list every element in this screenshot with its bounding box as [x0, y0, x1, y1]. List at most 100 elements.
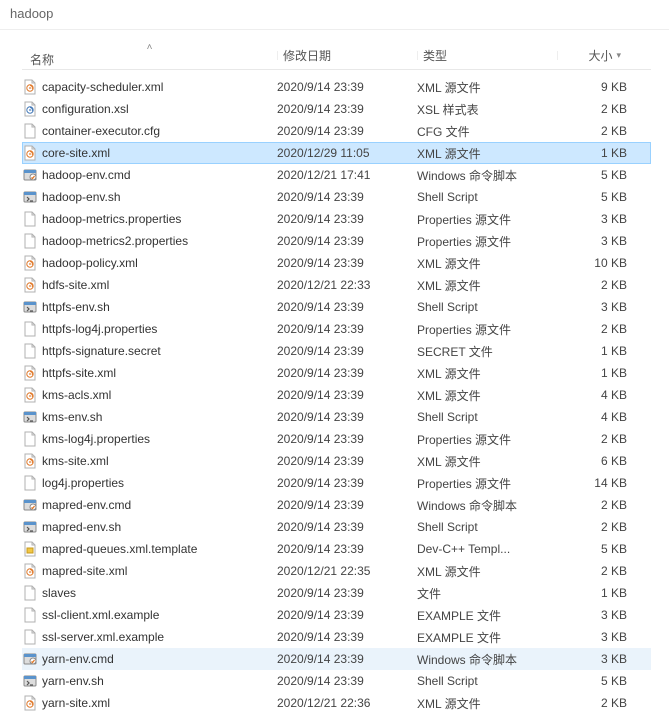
- file-row[interactable]: yarn-site.xml2020/12/21 22:36XML 源文件2 KB: [22, 692, 651, 713]
- file-rows: capacity-scheduler.xml2020/9/14 23:39XML…: [22, 70, 651, 713]
- file-icon: [22, 585, 38, 601]
- file-row[interactable]: mapred-queues.xml.template2020/9/14 23:3…: [22, 538, 651, 560]
- file-row[interactable]: configuration.xsl2020/9/14 23:39XSL 样式表2…: [22, 98, 651, 120]
- file-row[interactable]: ssl-server.xml.example2020/9/14 23:39EXA…: [22, 626, 651, 648]
- file-date: 2020/9/14 23:39: [277, 124, 417, 138]
- file-type: Properties 源文件: [417, 321, 557, 338]
- file-name-cell: log4j.properties: [22, 475, 277, 491]
- file-date: 2020/9/14 23:39: [277, 322, 417, 336]
- xml-file-icon: [22, 365, 38, 381]
- file-name: configuration.xsl: [42, 102, 129, 116]
- file-size: 1 KB: [557, 146, 627, 160]
- file-name: yarn-env.sh: [42, 674, 104, 688]
- file-name-cell: httpfs-env.sh: [22, 299, 277, 315]
- column-header-date[interactable]: 修改日期: [277, 47, 417, 64]
- column-header-type-label: 类型: [423, 49, 447, 63]
- file-date: 2020/9/14 23:39: [277, 102, 417, 116]
- file-icon: [22, 343, 38, 359]
- file-date: 2020/9/14 23:39: [277, 608, 417, 622]
- file-type: Dev-C++ Templ...: [417, 542, 557, 556]
- file-type: SECRET 文件: [417, 343, 557, 360]
- xsl-file-icon: [22, 101, 38, 117]
- file-row[interactable]: mapred-env.cmd2020/9/14 23:39Windows 命令脚…: [22, 494, 651, 516]
- file-row[interactable]: hadoop-env.cmd2020/12/21 17:41Windows 命令…: [22, 164, 651, 186]
- file-type: Properties 源文件: [417, 233, 557, 250]
- file-date: 2020/9/14 23:39: [277, 212, 417, 226]
- file-row[interactable]: hadoop-metrics2.properties2020/9/14 23:3…: [22, 230, 651, 252]
- file-type: XML 源文件: [417, 563, 557, 580]
- file-name-cell: kms-log4j.properties: [22, 431, 277, 447]
- file-size: 2 KB: [557, 696, 627, 710]
- file-date: 2020/9/14 23:39: [277, 256, 417, 270]
- file-size: 3 KB: [557, 234, 627, 248]
- file-icon: [22, 431, 38, 447]
- file-date: 2020/12/21 22:36: [277, 696, 417, 710]
- file-size: 3 KB: [557, 608, 627, 622]
- sh-file-icon: [22, 673, 38, 689]
- file-row[interactable]: mapred-env.sh2020/9/14 23:39Shell Script…: [22, 516, 651, 538]
- file-date: 2020/9/14 23:39: [277, 410, 417, 424]
- column-header-date-label: 修改日期: [283, 49, 331, 63]
- file-name: mapred-queues.xml.template: [42, 542, 197, 556]
- column-header-name[interactable]: ˄ 名称: [22, 43, 277, 68]
- file-date: 2020/12/29 11:05: [277, 146, 417, 160]
- file-row[interactable]: core-site.xml2020/12/29 11:05XML 源文件1 KB: [22, 142, 651, 164]
- file-size: 3 KB: [557, 212, 627, 226]
- file-row[interactable]: kms-env.sh2020/9/14 23:39Shell Script4 K…: [22, 406, 651, 428]
- file-row[interactable]: kms-log4j.properties2020/9/14 23:39Prope…: [22, 428, 651, 450]
- file-row[interactable]: httpfs-env.sh2020/9/14 23:39Shell Script…: [22, 296, 651, 318]
- template-file-icon: [22, 541, 38, 557]
- file-name: httpfs-site.xml: [42, 366, 116, 380]
- column-header-size-label: 大小: [588, 47, 612, 64]
- file-row[interactable]: yarn-env.sh2020/9/14 23:39Shell Script5 …: [22, 670, 651, 692]
- file-type: Properties 源文件: [417, 211, 557, 228]
- file-size: 4 KB: [557, 388, 627, 402]
- file-name-cell: slaves: [22, 585, 277, 601]
- file-row[interactable]: httpfs-site.xml2020/9/14 23:39XML 源文件1 K…: [22, 362, 651, 384]
- file-type: Shell Script: [417, 520, 557, 534]
- file-row[interactable]: httpfs-signature.secret2020/9/14 23:39SE…: [22, 340, 651, 362]
- file-row[interactable]: hadoop-metrics.properties2020/9/14 23:39…: [22, 208, 651, 230]
- file-date: 2020/9/14 23:39: [277, 630, 417, 644]
- file-name-cell: yarn-env.sh: [22, 673, 277, 689]
- file-size: 5 KB: [557, 190, 627, 204]
- file-icon: [22, 607, 38, 623]
- file-row[interactable]: httpfs-log4j.properties2020/9/14 23:39Pr…: [22, 318, 651, 340]
- file-icon: [22, 211, 38, 227]
- file-row[interactable]: log4j.properties2020/9/14 23:39Propertie…: [22, 472, 651, 494]
- file-list-pane: ˄ 名称 修改日期 类型 大小▾ capacity-scheduler.xml2…: [0, 30, 669, 713]
- file-row[interactable]: mapred-site.xml2020/12/21 22:35XML 源文件2 …: [22, 560, 651, 582]
- file-type: XML 源文件: [417, 453, 557, 470]
- file-row[interactable]: yarn-env.cmd2020/9/14 23:39Windows 命令脚本3…: [22, 648, 651, 670]
- file-row[interactable]: container-executor.cfg2020/9/14 23:39CFG…: [22, 120, 651, 142]
- file-name-cell: hadoop-env.cmd: [22, 167, 277, 183]
- file-date: 2020/9/14 23:39: [277, 674, 417, 688]
- file-size: 3 KB: [557, 652, 627, 666]
- file-row[interactable]: ssl-client.xml.example2020/9/14 23:39EXA…: [22, 604, 651, 626]
- file-type: XML 源文件: [417, 145, 557, 162]
- xml-file-icon: [22, 145, 38, 161]
- xml-file-icon: [22, 695, 38, 711]
- file-row[interactable]: hdfs-site.xml2020/12/21 22:33XML 源文件2 KB: [22, 274, 651, 296]
- xml-file-icon: [22, 563, 38, 579]
- column-header-type[interactable]: 类型: [417, 47, 557, 64]
- column-header-size[interactable]: 大小▾: [557, 47, 627, 64]
- file-row[interactable]: kms-site.xml2020/9/14 23:39XML 源文件6 KB: [22, 450, 651, 472]
- file-row[interactable]: capacity-scheduler.xml2020/9/14 23:39XML…: [22, 76, 651, 98]
- file-date: 2020/9/14 23:39: [277, 388, 417, 402]
- file-size: 1 KB: [557, 586, 627, 600]
- breadcrumb[interactable]: hadoop: [0, 0, 669, 30]
- file-icon: [22, 123, 38, 139]
- file-row[interactable]: slaves2020/9/14 23:39文件1 KB: [22, 582, 651, 604]
- file-row[interactable]: hadoop-env.sh2020/9/14 23:39Shell Script…: [22, 186, 651, 208]
- file-name: slaves: [42, 586, 76, 600]
- column-header-name-label: 名称: [28, 51, 271, 68]
- file-type: Properties 源文件: [417, 431, 557, 448]
- file-size: 9 KB: [557, 80, 627, 94]
- file-name: httpfs-signature.secret: [42, 344, 161, 358]
- file-type: XML 源文件: [417, 277, 557, 294]
- file-type: XML 源文件: [417, 387, 557, 404]
- file-name-cell: yarn-site.xml: [22, 695, 277, 711]
- file-row[interactable]: kms-acls.xml2020/9/14 23:39XML 源文件4 KB: [22, 384, 651, 406]
- file-row[interactable]: hadoop-policy.xml2020/9/14 23:39XML 源文件1…: [22, 252, 651, 274]
